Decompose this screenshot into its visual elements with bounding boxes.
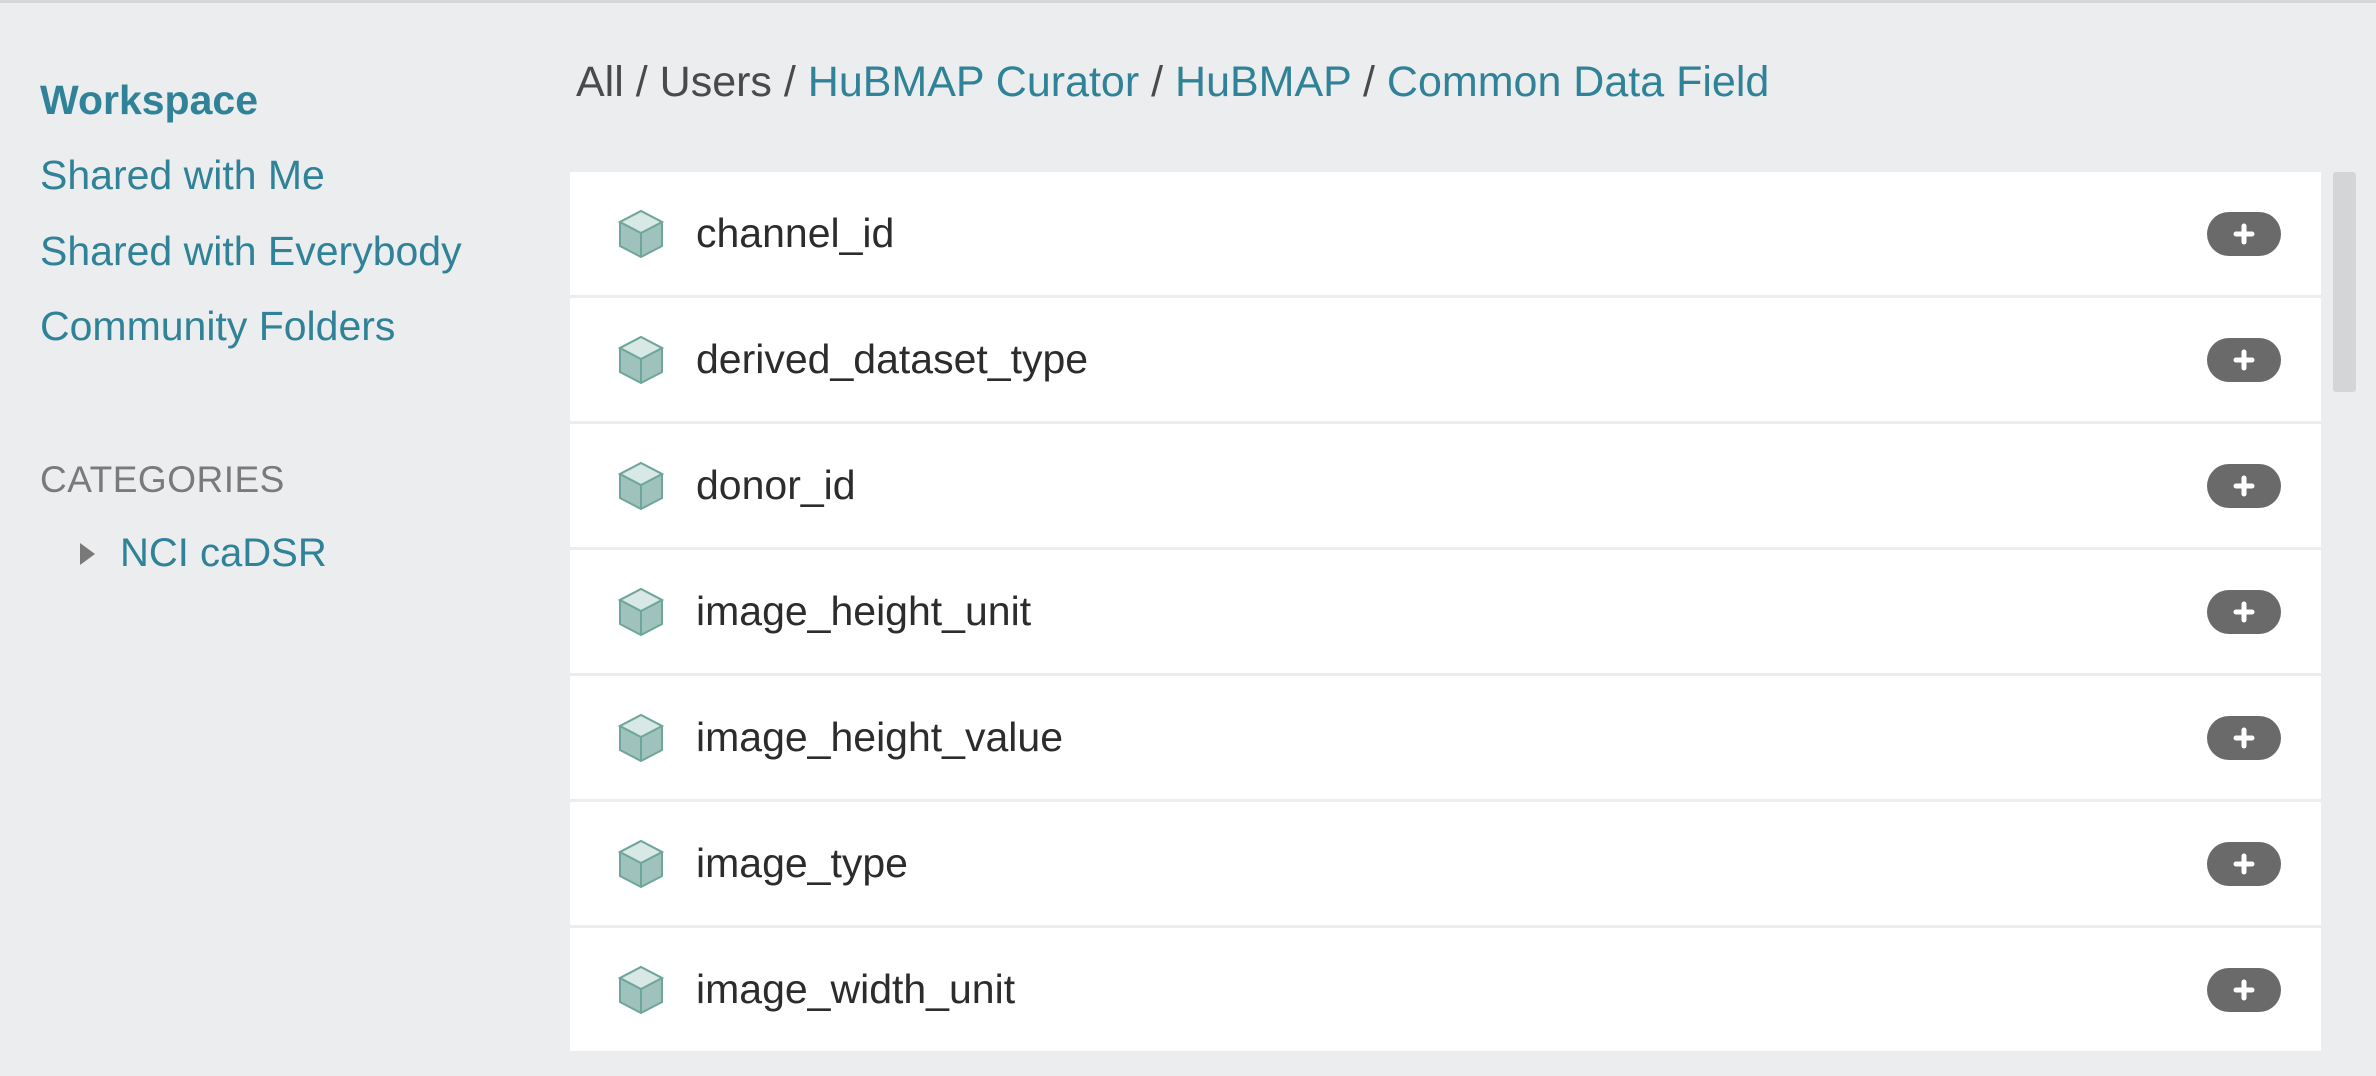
plus-icon: [2232, 474, 2256, 498]
category-item-nci-cadsr[interactable]: NCI caDSR: [40, 531, 530, 576]
add-button[interactable]: [2207, 842, 2281, 886]
add-button[interactable]: [2207, 968, 2281, 1012]
cube-icon: [618, 209, 664, 259]
list-item[interactable]: image_height_value: [570, 676, 2321, 799]
breadcrumb-sep: /: [1139, 58, 1175, 106]
caret-right-icon: [80, 543, 95, 565]
cube-icon: [618, 461, 664, 511]
plus-icon: [2232, 600, 2256, 624]
scrollbar-thumb[interactable]: [2333, 172, 2356, 392]
breadcrumb-link[interactable]: HuBMAP Curator: [808, 58, 1139, 106]
add-button[interactable]: [2207, 338, 2281, 382]
breadcrumb-link[interactable]: HuBMAP: [1175, 58, 1351, 106]
list-container: channel_id derived_dataset_type: [570, 172, 2356, 1051]
cube-icon: [618, 335, 664, 385]
cube-icon: [618, 713, 664, 763]
sidebar-item-workspace[interactable]: Workspace: [40, 63, 530, 138]
list-item[interactable]: channel_id: [570, 172, 2321, 295]
scrollbar[interactable]: [2333, 172, 2356, 1051]
plus-icon: [2232, 348, 2256, 372]
list-item-label: image_height_unit: [696, 588, 2207, 635]
breadcrumb-sep: /: [1351, 58, 1387, 106]
cube-icon: [618, 587, 664, 637]
list-item-label: derived_dataset_type: [696, 336, 2207, 383]
add-button[interactable]: [2207, 716, 2281, 760]
breadcrumb-part[interactable]: Users: [660, 58, 772, 106]
breadcrumb: All / Users / HuBMAP Curator / HuBMAP / …: [570, 58, 2356, 107]
breadcrumb-sep: /: [772, 58, 808, 106]
plus-icon: [2232, 222, 2256, 246]
add-button[interactable]: [2207, 212, 2281, 256]
list-item-label: image_width_unit: [696, 966, 2207, 1013]
item-list: channel_id derived_dataset_type: [570, 172, 2321, 1051]
list-item-label: image_type: [696, 840, 2207, 887]
add-button[interactable]: [2207, 464, 2281, 508]
list-item-label: donor_id: [696, 462, 2207, 509]
category-item-label: NCI caDSR: [120, 531, 327, 576]
cube-icon: [618, 965, 664, 1015]
sidebar: Workspace Shared with Me Shared with Eve…: [0, 3, 570, 1076]
categories-header: CATEGORIES: [40, 459, 530, 501]
breadcrumb-part[interactable]: All: [576, 58, 624, 106]
plus-icon: [2232, 726, 2256, 750]
cube-icon: [618, 839, 664, 889]
list-item[interactable]: donor_id: [570, 424, 2321, 547]
add-button[interactable]: [2207, 590, 2281, 634]
list-item-label: channel_id: [696, 210, 2207, 257]
list-item-label: image_height_value: [696, 714, 2207, 761]
list-item[interactable]: image_width_unit: [570, 928, 2321, 1051]
sidebar-item-community-folders[interactable]: Community Folders: [40, 289, 530, 364]
sidebar-item-shared-with-everybody[interactable]: Shared with Everybody: [40, 214, 530, 289]
list-item[interactable]: image_height_unit: [570, 550, 2321, 673]
breadcrumb-sep: /: [624, 58, 660, 106]
sidebar-item-shared-with-me[interactable]: Shared with Me: [40, 138, 530, 213]
main: All / Users / HuBMAP Curator / HuBMAP / …: [570, 3, 2376, 1076]
plus-icon: [2232, 852, 2256, 876]
breadcrumb-link[interactable]: Common Data Field: [1387, 58, 1769, 106]
plus-icon: [2232, 978, 2256, 1002]
list-item[interactable]: derived_dataset_type: [570, 298, 2321, 421]
list-item[interactable]: image_type: [570, 802, 2321, 925]
